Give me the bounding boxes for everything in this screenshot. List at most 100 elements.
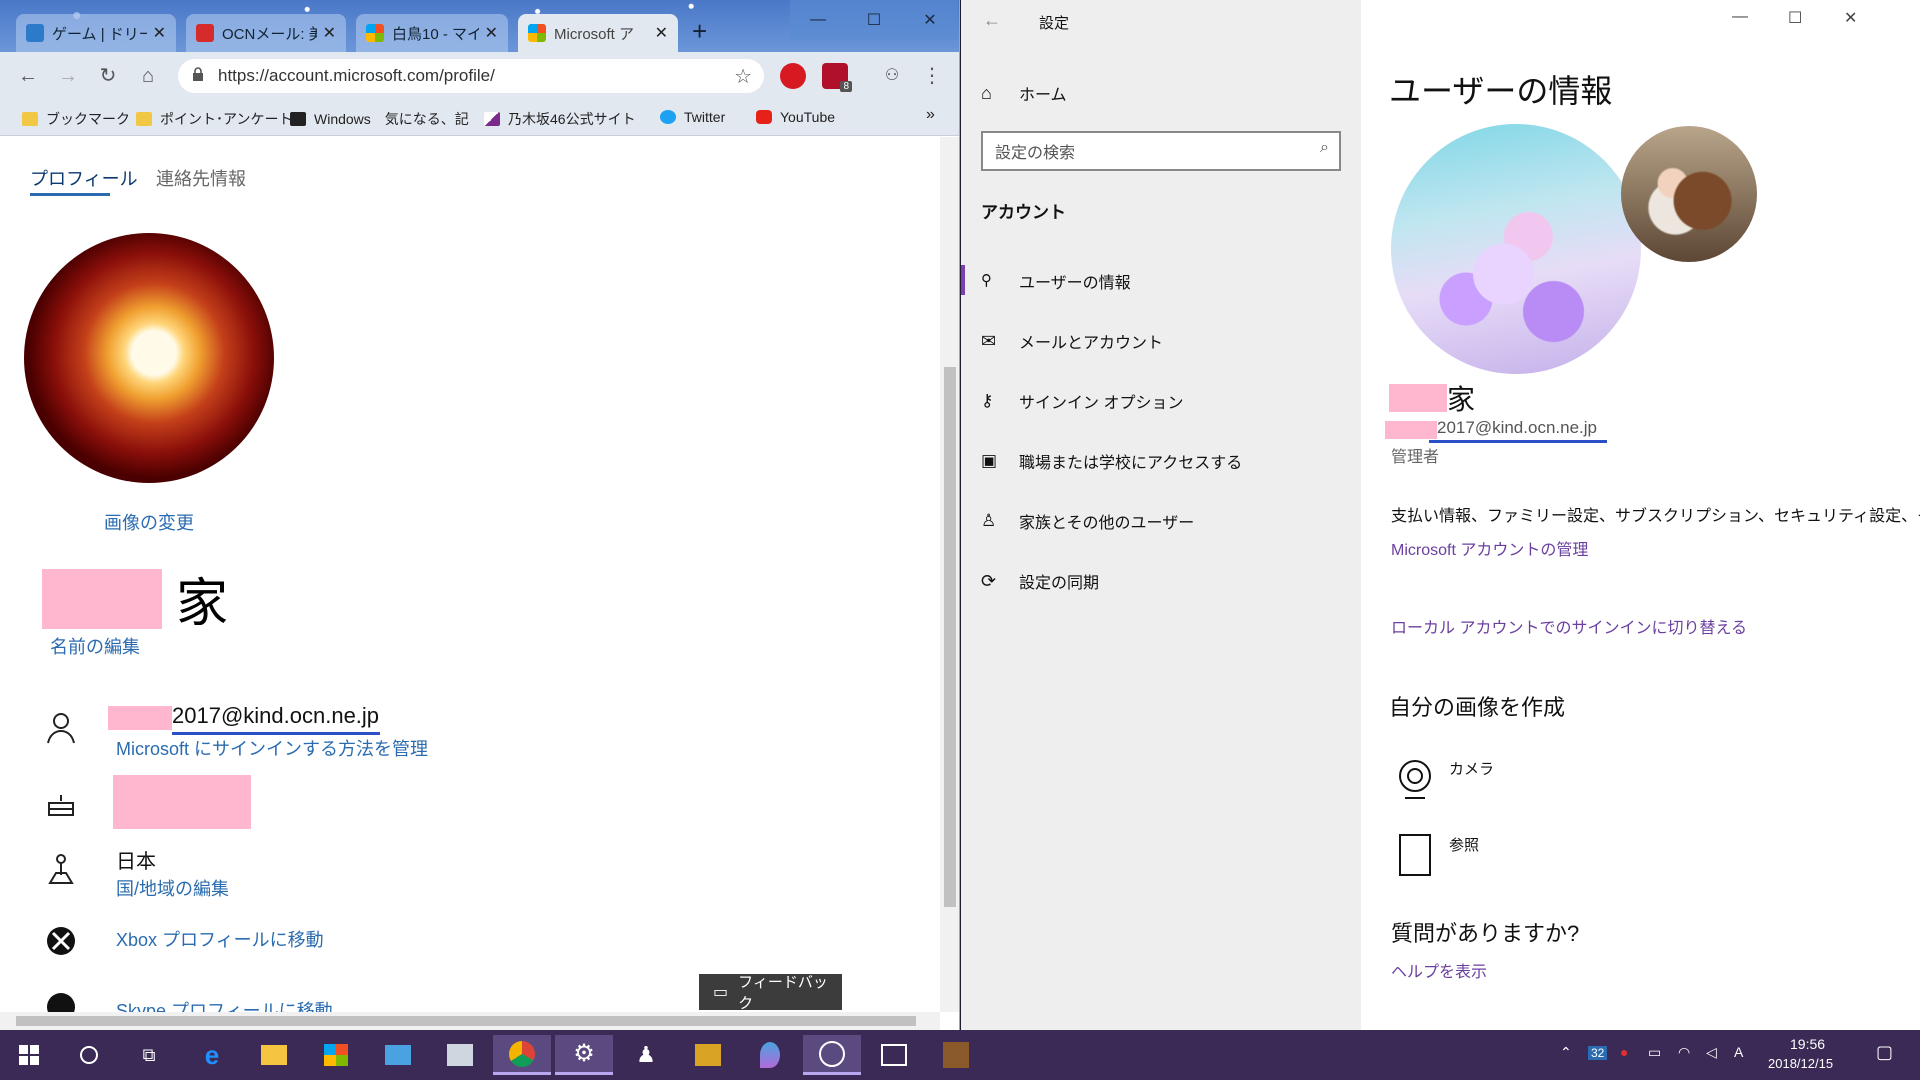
- nav-signin-options[interactable]: ⚷ サインイン オプション: [961, 376, 1361, 426]
- extension-icon[interactable]: ⚇: [878, 62, 906, 90]
- minimize-button[interactable]: —: [790, 0, 846, 40]
- tab-microsoft-account[interactable]: Microsoft ア ✕: [518, 14, 678, 52]
- tray-badge[interactable]: 32: [1588, 1046, 1608, 1060]
- close-icon[interactable]: ✕: [153, 23, 166, 43]
- nav-home[interactable]: ⌂ ホーム: [961, 68, 1361, 118]
- scroll-thumb[interactable]: [944, 367, 956, 907]
- bookmark-folder[interactable]: ブックマーク: [22, 109, 130, 129]
- start-button[interactable]: [0, 1035, 58, 1075]
- ime-icon[interactable]: A: [1734, 1044, 1743, 1060]
- taskbar-app[interactable]: [927, 1035, 985, 1075]
- taskbar-people[interactable]: ♟: [617, 1035, 675, 1075]
- profile-email: 2017@kind.ocn.ne.jp: [172, 703, 380, 728]
- clock-time[interactable]: 19:56: [1790, 1036, 1825, 1052]
- taskbar-app[interactable]: [369, 1035, 427, 1075]
- browse-label[interactable]: 参照: [1449, 834, 1479, 855]
- taskbar-photos-app[interactable]: [803, 1035, 861, 1075]
- forward-icon[interactable]: →: [54, 62, 82, 90]
- camera-option[interactable]: [1395, 758, 1435, 799]
- volume-icon[interactable]: ◁: [1706, 1044, 1717, 1061]
- maximize-button[interactable]: ☐: [846, 0, 902, 40]
- manage-account-link[interactable]: Microsoft アカウントの管理: [1391, 536, 1588, 560]
- person-icon: [47, 713, 75, 744]
- minimize-button[interactable]: —: [1732, 8, 1748, 26]
- task-view-button[interactable]: ⧉: [120, 1035, 178, 1075]
- back-icon[interactable]: ←: [983, 10, 1001, 31]
- url-text: https://account.microsoft.com/profile/: [218, 66, 495, 85]
- scroll-thumb[interactable]: [16, 1016, 916, 1026]
- bookmark-folder[interactable]: ポイント･アンケート: [136, 109, 292, 129]
- edit-name-link[interactable]: 名前の編集: [50, 633, 140, 659]
- horizontal-scrollbar[interactable]: [0, 1012, 940, 1030]
- taskbar: ⧉ e ⚙ ♟ ⌃ 32 ● ▭ ◠ ◁ A 19:56 2018/12/15 …: [0, 1030, 1920, 1080]
- bookmark-twitter[interactable]: Twitter: [660, 109, 725, 125]
- wifi-icon[interactable]: ◠: [1678, 1044, 1690, 1061]
- home-icon[interactable]: ⌂: [134, 62, 162, 90]
- close-icon[interactable]: ✕: [485, 23, 498, 43]
- skype-profile-link[interactable]: Skype プロフィールに移動: [116, 997, 333, 1012]
- nav-your-info[interactable]: ⚲ ユーザーの情報: [961, 256, 1361, 306]
- tab-contact-info[interactable]: 連絡先情報: [156, 165, 246, 191]
- vertical-scrollbar[interactable]: [940, 137, 959, 1012]
- bookmark-windows[interactable]: Windows 気になる、記: [290, 109, 469, 129]
- taskbar-store[interactable]: [307, 1035, 365, 1075]
- settings-window: ← 設定 ⌂ ホーム 設定の検索 ⌕ アカウント ⚲ ユーザーの情報 ✉ メール…: [961, 0, 1920, 1030]
- battery-icon[interactable]: ▭: [1648, 1044, 1661, 1061]
- trend-micro-icon[interactable]: [780, 63, 806, 89]
- extension-badge: 8: [840, 81, 852, 92]
- help-link[interactable]: ヘルプを表示: [1391, 958, 1487, 982]
- notifications-icon[interactable]: ▢: [1876, 1042, 1893, 1063]
- tab-profile[interactable]: プロフィール: [30, 165, 138, 191]
- maximize-button[interactable]: ☐: [1788, 8, 1802, 28]
- close-button[interactable]: ✕: [1844, 8, 1857, 28]
- taskbar-app[interactable]: [679, 1035, 737, 1075]
- taskbar-edge[interactable]: e: [183, 1035, 241, 1075]
- camera-label[interactable]: カメラ: [1449, 758, 1494, 779]
- taskbar-maps[interactable]: [741, 1035, 799, 1075]
- name-redaction: [42, 569, 162, 629]
- birthday-cake-icon: [48, 795, 74, 816]
- close-icon[interactable]: ✕: [655, 23, 668, 43]
- close-button[interactable]: ✕: [902, 0, 958, 40]
- close-icon[interactable]: ✕: [323, 23, 336, 43]
- reload-icon[interactable]: ↻: [94, 62, 122, 90]
- menu-icon[interactable]: ⋮: [918, 62, 946, 90]
- recent-avatar[interactable]: [1621, 126, 1757, 262]
- xbox-profile-link[interactable]: Xbox プロフィールに移動: [116, 926, 324, 952]
- switch-local-link[interactable]: ローカル アカウントでのサインインに切り替える: [1391, 614, 1747, 638]
- nav-sync-settings[interactable]: ⟳ 設定の同期: [961, 556, 1361, 606]
- settings-search-input[interactable]: 設定の検索 ⌕: [981, 131, 1341, 171]
- comment-icon: ▭: [713, 984, 729, 1001]
- change-image-link[interactable]: 画像の変更: [104, 509, 194, 535]
- show-hidden-icons[interactable]: ⌃: [1560, 1044, 1572, 1061]
- address-bar[interactable]: https://account.microsoft.com/profile/ ☆: [178, 59, 764, 93]
- taskbar-settings[interactable]: ⚙: [555, 1035, 613, 1075]
- clock-date[interactable]: 2018/12/15: [1768, 1056, 1833, 1071]
- back-icon[interactable]: ←: [14, 62, 42, 90]
- manage-signin-link[interactable]: Microsoft にサインインする方法を管理: [116, 735, 428, 761]
- trend-micro-tray-icon[interactable]: ●: [1620, 1044, 1628, 1060]
- user-list-icon: ⚲: [981, 272, 992, 289]
- bookmarks-more-button[interactable]: »: [926, 106, 935, 124]
- browse-file-icon[interactable]: [1399, 834, 1431, 876]
- taskbar-explorer[interactable]: [245, 1035, 303, 1075]
- tab-game[interactable]: ゲーム | ドリーム ✕: [16, 14, 176, 52]
- taskbar-app[interactable]: [431, 1035, 489, 1075]
- user-email: 2017@kind.ocn.ne.jp: [1437, 418, 1597, 437]
- star-icon[interactable]: ☆: [734, 64, 752, 89]
- new-tab-button[interactable]: +: [692, 16, 707, 47]
- taskbar-chrome[interactable]: [493, 1035, 551, 1075]
- cortana-button[interactable]: [60, 1035, 118, 1075]
- nav-email-accounts[interactable]: ✉ メールとアカウント: [961, 316, 1361, 366]
- nav-family-users[interactable]: ♙ 家族とその他のユーザー: [961, 496, 1361, 546]
- rakuten-icon[interactable]: 8: [822, 63, 852, 92]
- nav-work-school[interactable]: ▣ 職場または学校にアクセスする: [961, 436, 1361, 486]
- edit-region-link[interactable]: 国/地域の編集: [116, 875, 229, 901]
- bookmark-youtube[interactable]: YouTube: [756, 109, 835, 125]
- tab-ocn-mail[interactable]: OCNメール: 美 ✕: [186, 14, 346, 52]
- tab-hakucho[interactable]: 白鳥10 - マイ ✕: [356, 14, 508, 52]
- taskbar-photos[interactable]: [865, 1035, 923, 1075]
- bookmark-nogizaka[interactable]: 乃木坂46公式サイト: [484, 109, 636, 129]
- feedback-button[interactable]: ▭ フィードバック: [699, 974, 842, 1012]
- location-icon: [48, 854, 74, 884]
